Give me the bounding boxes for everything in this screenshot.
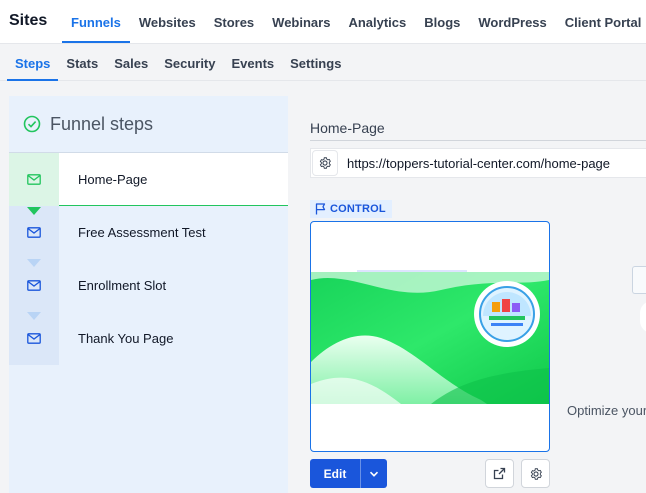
step-connector-arrow — [27, 312, 41, 320]
tab-stats[interactable]: Stats — [58, 45, 106, 81]
optimize-text: Optimize your — [567, 403, 646, 418]
url-settings-button[interactable] — [312, 150, 338, 176]
variant-badge-label: CONTROL — [330, 203, 386, 215]
preview-hero-graphic — [311, 272, 549, 404]
tab-settings[interactable]: Settings — [282, 45, 349, 81]
nav-analytics-label: Analytics — [348, 14, 407, 30]
step-connector-arrow — [27, 259, 41, 267]
open-page-button[interactable] — [485, 459, 514, 488]
tab-stats-label: Stats — [66, 55, 99, 71]
flag-icon — [315, 203, 326, 215]
mail-icon — [27, 333, 41, 344]
mail-icon — [27, 227, 41, 238]
nav-client-portal-label: Client Portal — [564, 14, 642, 30]
step-home-page[interactable]: Home-Page — [9, 152, 288, 215]
mail-icon — [27, 280, 41, 291]
page-preview-card[interactable] — [310, 221, 550, 452]
tab-security-label: Security — [164, 55, 216, 71]
nav-stores[interactable]: Stores — [205, 0, 263, 44]
step-free-assessment-test[interactable]: Free Assessment Test — [9, 206, 288, 267]
divider — [310, 140, 646, 141]
nav-webinars[interactable]: Webinars — [263, 0, 339, 44]
tab-sales[interactable]: Sales — [106, 45, 156, 81]
funnel-steps-title: Funnel steps — [50, 113, 154, 134]
add-variant-circle — [640, 301, 646, 333]
page-preview-thumbnail — [311, 272, 549, 404]
edit-button-label: Edit — [323, 466, 347, 481]
gear-icon — [319, 157, 331, 169]
step-thank-you-page[interactable]: Thank You Page — [9, 312, 288, 365]
nav-funnels-label: Funnels — [71, 14, 121, 30]
step-label: Home-Page — [78, 171, 148, 187]
edit-button[interactable]: Edit — [310, 459, 387, 488]
step-icon-cell — [9, 152, 59, 215]
funnel-steps-panel: Funnel steps Home-Page Free Assessment T… — [9, 96, 288, 493]
nav-wordpress[interactable]: WordPress — [469, 0, 555, 44]
step-detail-panel: Home-Page https://toppers-tutorial-cente… — [288, 96, 646, 493]
tab-security[interactable]: Security — [156, 45, 223, 81]
page-url-field[interactable]: https://toppers-tutorial-center.com/home… — [310, 148, 646, 178]
variant-badge: CONTROL — [310, 200, 392, 218]
nav-websites-label: Websites — [138, 14, 196, 30]
tab-sales-label: Sales — [114, 55, 149, 71]
step-enrollment-slot[interactable]: Enrollment Slot — [9, 259, 288, 320]
nav-stores-label: Stores — [213, 14, 255, 30]
nav-funnels[interactable]: Funnels — [62, 0, 130, 44]
nav-websites[interactable]: Websites — [130, 0, 205, 44]
tab-settings-label: Settings — [290, 55, 342, 71]
mail-icon — [27, 173, 41, 185]
step-label: Thank You Page — [78, 331, 174, 346]
nav-wordpress-label: WordPress — [478, 14, 547, 30]
tab-steps[interactable]: Steps — [7, 45, 59, 81]
tab-events[interactable]: Events — [224, 45, 283, 81]
page-url-text: https://toppers-tutorial-center.com/home… — [347, 155, 611, 171]
edit-dropdown-toggle[interactable] — [361, 459, 387, 488]
step-label: Enrollment Slot — [78, 278, 167, 293]
split-test-icon — [632, 266, 646, 294]
app-title: Sites — [9, 12, 48, 29]
check-circle-icon — [23, 115, 41, 133]
top-nav: Funnels Websites Stores Webinars Analyti… — [62, 0, 646, 44]
sub-tab-bar: Steps Stats Sales Security Events Settin… — [0, 45, 646, 81]
nav-client-portal[interactable]: Client Portal — [556, 0, 646, 44]
step-connector-arrow — [27, 206, 41, 215]
nav-blogs[interactable]: Blogs — [415, 0, 469, 44]
page-settings-button[interactable] — [521, 459, 550, 488]
chevron-down-icon — [369, 471, 379, 477]
nav-blogs-label: Blogs — [424, 14, 461, 30]
external-link-icon — [493, 467, 506, 480]
nav-webinars-label: Webinars — [272, 14, 331, 30]
tab-events-label: Events — [231, 55, 275, 71]
funnel-steps-header: Funnel steps — [9, 96, 288, 153]
page-name: Home-Page — [310, 120, 385, 136]
gear-icon — [530, 467, 542, 480]
sub-tabs: Steps Stats Sales Security Events Settin… — [7, 45, 349, 81]
top-bar: Sites Funnels Websites Stores Webinars A… — [0, 0, 646, 44]
tab-steps-label: Steps — [15, 55, 51, 71]
step-label: Free Assessment Test — [78, 225, 206, 240]
nav-analytics[interactable]: Analytics — [339, 0, 415, 44]
